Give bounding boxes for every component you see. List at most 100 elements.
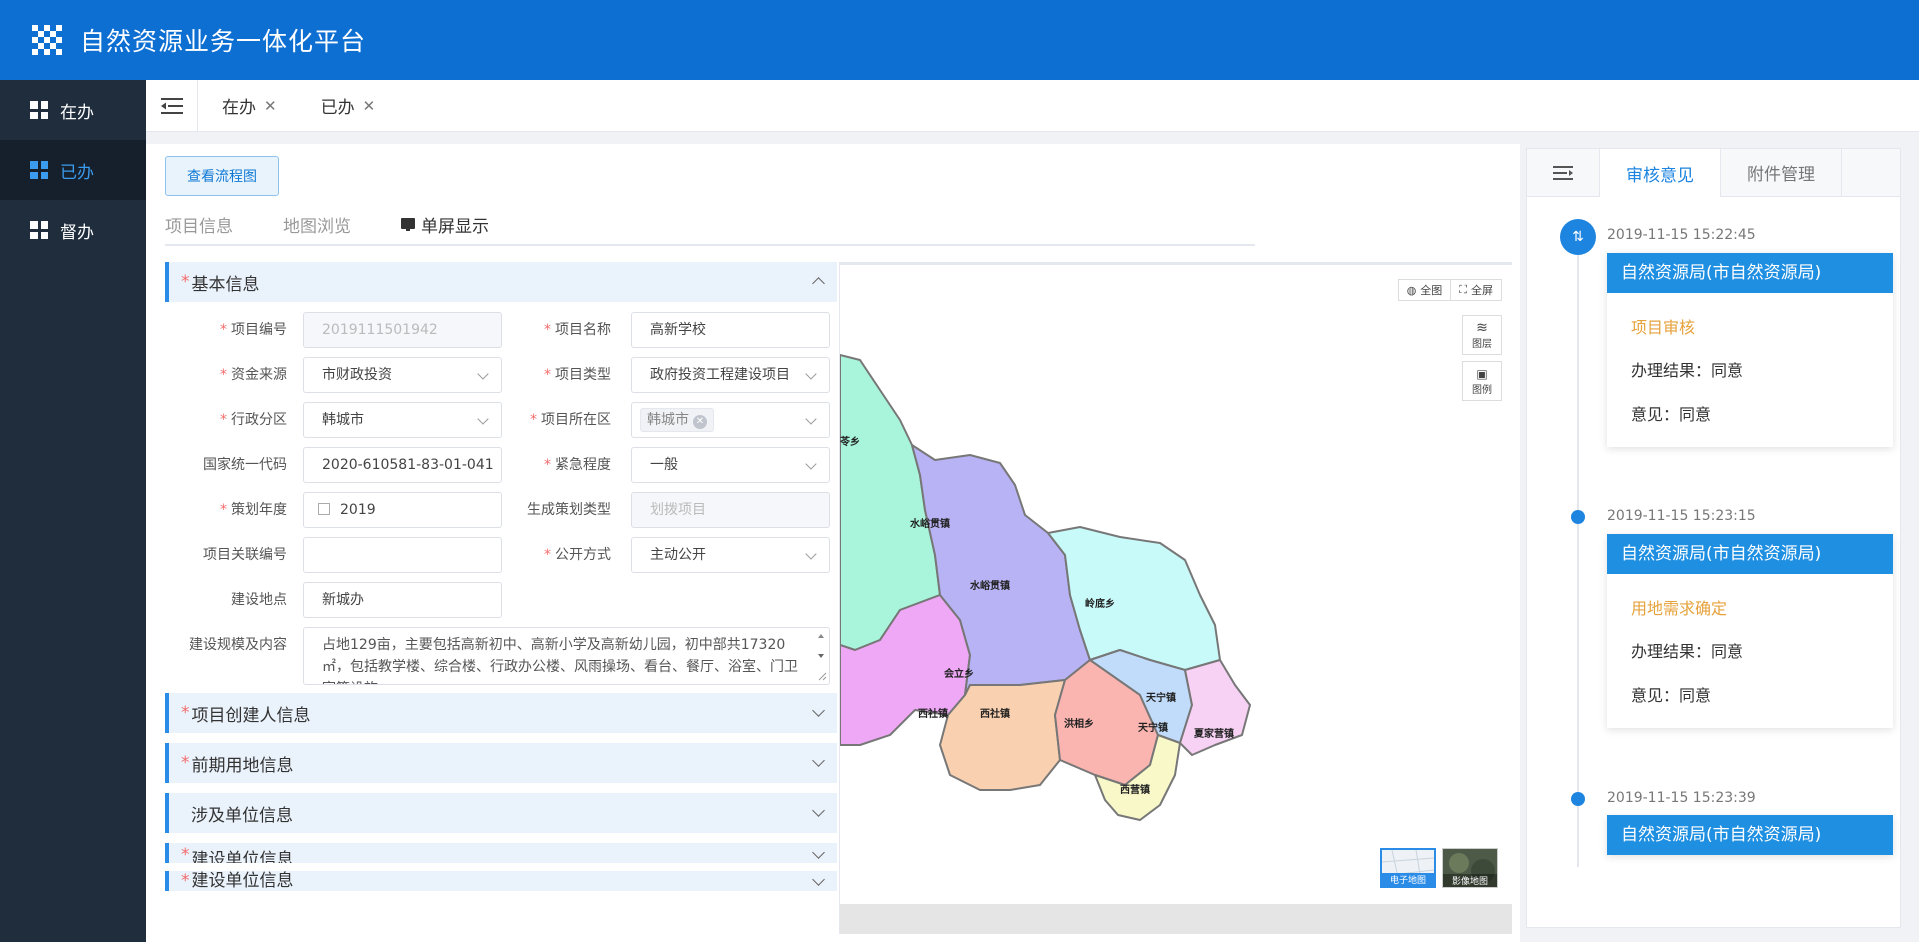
form-row: * 策划年度 2019 生成策划类型 划拨项目 [165, 492, 837, 537]
related-no-input[interactable] [303, 537, 502, 573]
fullscreen-button[interactable]: ⛶ 全屏 [1451, 280, 1501, 300]
grid-icon [30, 161, 48, 179]
collapse-panel-button[interactable] [1527, 149, 1600, 196]
timeline-time: 2019-11-15 15:22:45 [1607, 227, 1756, 243]
tab-attachments[interactable]: 附件管理 [1721, 149, 1842, 196]
plan-year-picker[interactable]: 2019 [303, 492, 502, 528]
monitor-icon [401, 218, 415, 231]
tab-review-opinion[interactable]: 审核意见 [1600, 149, 1721, 197]
tab-label: 在办 [222, 98, 256, 118]
plan-type-label: 生成策划类型 [527, 502, 611, 518]
sidebar-item-supervise[interactable]: 督办 [0, 200, 146, 260]
scrollbar[interactable] [815, 630, 827, 682]
section-builder-info[interactable]: * 建设单位信息 [165, 843, 837, 863]
view-flowchart-button[interactable]: 查看流程图 [165, 156, 279, 196]
main-card: 查看流程图 项目信息 地图浏览 单屏显示 * 基本信息 * 项目编号 2019111… [146, 144, 1520, 942]
menu-toggle-button[interactable] [146, 79, 198, 132]
sidebar: 在办 已办 督办 [0, 80, 146, 942]
section-units-info[interactable]: 涉及单位信息 [165, 793, 837, 833]
section-land-info[interactable]: * 前期用地信息 [165, 743, 837, 783]
map-horizontal-scrollbar[interactable] [840, 904, 1512, 934]
chevron-down-icon [477, 413, 489, 425]
map-region [1179, 659, 1251, 756]
site-input[interactable]: 新城办 [303, 582, 502, 618]
site-label: 建设地点 [231, 592, 287, 608]
form-row: * 项目编号 2019111501942 * 项目名称 高新学校 [165, 312, 837, 357]
national-code-label: 国家统一代码 [203, 457, 287, 473]
chevron-up-icon [812, 277, 825, 290]
project-type-select[interactable]: 政府投资工程建设项目 [631, 357, 830, 393]
urgency-label: * 紧急程度 [544, 457, 611, 473]
chevron-down-icon [812, 704, 825, 717]
menu-fold-icon [160, 97, 183, 114]
tab-single-screen[interactable]: 单屏显示 [401, 208, 489, 244]
sidebar-item-label: 在办 [60, 102, 94, 123]
district-select[interactable]: 韩城市 [303, 402, 502, 438]
timeline-time: 2019-11-15 15:23:39 [1607, 790, 1756, 806]
map-label: 西社镇 [918, 707, 948, 720]
related-no-label: 项目关联编号 [203, 547, 287, 563]
tab-map-browse[interactable]: 地图浏览 [283, 208, 351, 244]
close-icon[interactable]: ✕ [363, 97, 376, 115]
form-row: * 行政分区 韩城市 * 项目所在区 韩城市 ✕ [165, 402, 837, 447]
chevron-down-icon [805, 368, 817, 380]
calendar-icon [318, 503, 330, 515]
form-row: 建设地点 新城办 [165, 582, 837, 627]
urgency-select[interactable]: 一般 [631, 447, 830, 483]
tab-label: 已办 [320, 98, 355, 118]
legend-button[interactable]: ▣ 图例 [1462, 361, 1502, 401]
sidebar-item-done[interactable]: 已办 [0, 140, 146, 200]
tabs-bar: 在办 ✕ 已办 ✕ [146, 79, 1919, 132]
publicity-select[interactable]: 主动公开 [631, 537, 830, 573]
sort-toggle-icon[interactable]: ⇅ [1560, 219, 1596, 255]
tab-done[interactable]: 已办 ✕ [297, 80, 396, 132]
map-label: 苓乡 [840, 435, 860, 448]
timeline-card: 自然资源局(市自然资源局) 用地需求确定 办理结果：同意 意见：同意 [1607, 534, 1893, 728]
close-icon[interactable]: ✕ [264, 97, 277, 115]
fund-source-label: * 资金来源 [220, 367, 287, 383]
district-map[interactable]: 苓乡 水峪贯镇 水峪贯镇 岭底乡 会立乡 西社镇 西社镇 洪相乡 天宁镇 天宁镇… [840, 265, 1512, 934]
card-org: 自然资源局(市自然资源局) [1607, 815, 1893, 855]
section-creator-info[interactable]: * 项目创建人信息 [165, 693, 837, 733]
full-extent-button[interactable]: ◍ 全图 [1399, 280, 1452, 300]
sidebar-item-in-progress[interactable]: 在办 [0, 80, 146, 140]
map-label: 岭底乡 [1085, 597, 1115, 610]
project-no-input[interactable]: 2019111501942 [303, 312, 502, 348]
timeline-time: 2019-11-15 15:23:15 [1607, 508, 1756, 524]
app-header: 自然资源业务一体化平台 [0, 0, 1919, 80]
tab-in-progress[interactable]: 在办 ✕ [198, 80, 297, 132]
chevron-down-icon [805, 548, 817, 560]
grid-icon [30, 221, 48, 239]
national-code-input[interactable]: 2020-610581-83-01-041 [303, 447, 502, 483]
basemap-vector[interactable]: 电子地图 [1380, 848, 1436, 888]
map-label: 水峪贯镇 [909, 517, 950, 530]
scale-textarea[interactable]: 占地129亩，主要包括高新初中、高新小学及高新幼儿园，初中部共17320㎡，包括… [303, 627, 830, 685]
form-row: 国家统一代码 2020-610581-83-01-041 * 紧急程度 一般 [165, 447, 837, 492]
map-label: 洪相乡 [1064, 717, 1094, 730]
project-type-label: * 项目类型 [544, 367, 611, 383]
plan-type-input[interactable]: 划拨项目 [631, 492, 830, 528]
chevron-down-icon [812, 804, 825, 817]
tab-project-info[interactable]: 项目信息 [165, 208, 233, 244]
timeline-card: 自然资源局(市自然资源局) [1607, 815, 1893, 855]
review-tabs: 审核意见 附件管理 [1527, 149, 1900, 197]
card-step: 用地需求确定 [1631, 599, 1728, 618]
timeline-dot [1571, 510, 1585, 524]
chevron-down-icon [477, 368, 489, 380]
layers-icon: ≋ [1476, 319, 1488, 336]
chevron-down-icon [812, 754, 825, 767]
form-row: * 资金来源 市财政投资 * 项目类型 政府投资工程建设项目 [165, 357, 837, 402]
tag-close-icon[interactable]: ✕ [693, 415, 707, 429]
map-toolbar: ◍ 全图 ⛶ 全屏 [1397, 279, 1502, 301]
map-view[interactable]: 苓乡 水峪贯镇 水峪贯镇 岭底乡 会立乡 西社镇 西社镇 洪相乡 天宁镇 天宁镇… [839, 262, 1512, 934]
basemap-imagery[interactable]: 影像地图 [1442, 848, 1498, 888]
plan-year-label: * 策划年度 [220, 502, 287, 518]
fund-source-select[interactable]: 市财政投资 [303, 357, 502, 393]
card-opinion: 意见：同意 [1631, 405, 1712, 424]
grid-icon [30, 101, 48, 119]
project-name-input[interactable]: 高新学校 [631, 312, 830, 348]
layers-button[interactable]: ≋ 图层 [1462, 315, 1502, 355]
section-basic-info[interactable]: * 基本信息 [165, 262, 837, 302]
section-builder-info-2[interactable]: * 建设单位信息 [165, 871, 837, 891]
location-area-select[interactable]: 韩城市 ✕ [631, 402, 830, 438]
